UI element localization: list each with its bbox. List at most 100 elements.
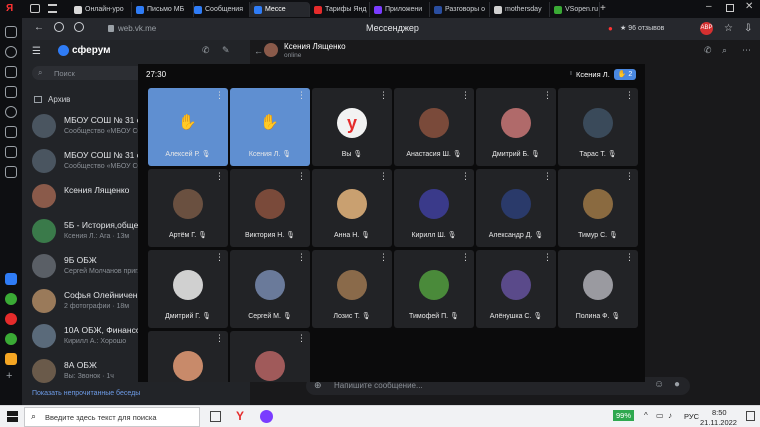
participant-tile[interactable]: ✋ ⋮ Алексей Р. 🎙 bbox=[148, 88, 228, 166]
battery-badge[interactable]: 99% bbox=[613, 410, 635, 421]
back-icon[interactable]: ← bbox=[34, 22, 44, 33]
taskbar-search-box[interactable]: ⌕ Введите здесь текст для поиска bbox=[24, 407, 200, 427]
browser-tab[interactable]: Мессе bbox=[250, 2, 310, 17]
browser-tab[interactable]: Разговоры о bbox=[430, 2, 490, 17]
microphone-icon[interactable]: ● bbox=[608, 24, 613, 33]
window-minimize-icon[interactable]: – bbox=[706, 1, 712, 12]
participant-tile[interactable]: у ⋮ Вы 🎙 bbox=[312, 88, 392, 166]
participant-tile[interactable]: ⋮ Алёнушка С. 🎙 bbox=[476, 250, 556, 328]
browser-tab[interactable]: VSopen.ru : bbox=[550, 2, 600, 17]
music-icon[interactable] bbox=[5, 106, 17, 118]
pinned-green-icon[interactable] bbox=[5, 333, 17, 345]
language-indicator[interactable]: РУС bbox=[684, 412, 699, 421]
browser-tab[interactable]: Сообщения bbox=[190, 2, 250, 17]
participant-menu-icon[interactable]: ⋮ bbox=[379, 253, 388, 262]
participant-menu-icon[interactable]: ⋮ bbox=[379, 172, 388, 181]
voice-record-icon[interactable]: ● bbox=[674, 379, 680, 390]
participant-menu-icon[interactable]: ⋮ bbox=[215, 334, 224, 343]
clock-date[interactable]: 21.11.2022 bbox=[700, 418, 737, 427]
participant-tile[interactable]: ⋮ Лозис Т. 🎙 bbox=[312, 250, 392, 328]
window-close-icon[interactable]: ✕ bbox=[745, 1, 753, 12]
browser-tab[interactable]: Тарифы Янд bbox=[310, 2, 370, 17]
reviews-badge[interactable]: ★ 96 отзывов bbox=[620, 24, 664, 32]
participant-menu-icon[interactable]: ⋮ bbox=[543, 91, 552, 100]
clock-time[interactable]: 8:50 bbox=[712, 408, 727, 417]
notifications-icon[interactable] bbox=[746, 411, 755, 421]
yandex-icon[interactable] bbox=[54, 22, 64, 32]
browser-tab[interactable]: mothersday bbox=[490, 2, 550, 17]
tabs-menu-icon[interactable] bbox=[30, 4, 40, 13]
participant-menu-icon[interactable]: ⋮ bbox=[625, 172, 634, 181]
window-maximize-icon[interactable] bbox=[726, 4, 734, 12]
downloads-icon[interactable]: ⇩ bbox=[744, 23, 752, 34]
participant-tile[interactable]: ⋮ Сергей М. 🎙 bbox=[230, 250, 310, 328]
participant-menu-icon[interactable]: ⋮ bbox=[543, 253, 552, 262]
contact-avatar[interactable] bbox=[264, 43, 278, 57]
participant-tile[interactable]: ⋮ Анастасия Ш. 🎙 bbox=[394, 88, 474, 166]
call-icon[interactable]: ✆ bbox=[202, 45, 210, 56]
participant-tile[interactable]: ⋮ Александр Д. 🎙 bbox=[476, 169, 556, 247]
apps-grid-icon[interactable] bbox=[5, 26, 17, 38]
participant-tile[interactable]: ⋮ Виктория Н. 🎙 bbox=[230, 169, 310, 247]
header-call-icon[interactable]: ✆ bbox=[704, 45, 712, 56]
participant-menu-icon[interactable]: ⋮ bbox=[215, 91, 224, 100]
participant-menu-icon[interactable]: ⋮ bbox=[379, 91, 388, 100]
participant-tile[interactable]: ⋮ Тимур С. 🎙 bbox=[558, 169, 638, 247]
participant-menu-icon[interactable]: ⋮ bbox=[625, 253, 634, 262]
archive-label[interactable]: Архив bbox=[48, 95, 70, 104]
yandex-browser-logo[interactable]: Я bbox=[6, 3, 16, 15]
add-panel-icon[interactable]: + bbox=[6, 370, 12, 382]
participant-menu-icon[interactable]: ⋮ bbox=[215, 253, 224, 262]
vk-taskbar-icon[interactable] bbox=[260, 410, 273, 423]
browser-tab[interactable]: Онлайн-уро bbox=[70, 2, 132, 17]
participant-tile[interactable]: ⋮ Дмитрий Б. 🎙 bbox=[476, 88, 556, 166]
yandex-taskbar-icon[interactable]: Y bbox=[236, 409, 244, 423]
participant-menu-icon[interactable]: ⋮ bbox=[297, 253, 306, 262]
pinned-vk-icon[interactable] bbox=[5, 273, 17, 285]
participant-tile[interactable]: ⋮ bbox=[230, 331, 310, 382]
pinned-chat-icon[interactable] bbox=[5, 293, 17, 305]
show-unread-link[interactable]: Показать непрочитанные беседы bbox=[32, 390, 140, 397]
participant-tile[interactable]: ⋮ bbox=[148, 331, 228, 382]
participant-menu-icon[interactable]: ⋮ bbox=[461, 172, 470, 181]
raised-hands-counter[interactable]: ✋ 2 bbox=[614, 69, 636, 80]
notes-icon[interactable] bbox=[5, 126, 17, 138]
participant-menu-icon[interactable]: ⋮ bbox=[297, 91, 306, 100]
participant-menu-icon[interactable]: ⋮ bbox=[215, 172, 224, 181]
messenger-icon[interactable] bbox=[5, 146, 17, 158]
compose-icon[interactable]: ✎ bbox=[222, 45, 230, 56]
participant-menu-icon[interactable]: ⋮ bbox=[461, 91, 470, 100]
collections-icon[interactable] bbox=[5, 86, 17, 98]
windows-start-icon[interactable] bbox=[7, 411, 18, 422]
volume-icon[interactable]: ♪ bbox=[668, 411, 672, 420]
url-bar[interactable]: web.vk.me Мессенджер ● bbox=[108, 22, 638, 37]
emoji-icon[interactable]: ☺ bbox=[654, 379, 664, 390]
participant-tile[interactable]: ✋ ⋮ Ксения Л. 🎙 bbox=[230, 88, 310, 166]
participant-tile[interactable]: ⋮ Артём Г. 🎙 bbox=[148, 169, 228, 247]
bookmarks-icon[interactable]: ☆ bbox=[724, 23, 733, 34]
adblock-icon[interactable]: ABP bbox=[700, 22, 713, 35]
browser-tab[interactable]: Приложени bbox=[370, 2, 430, 17]
header-search-icon[interactable]: ⌕ bbox=[722, 45, 727, 56]
pinned-games-icon[interactable] bbox=[5, 353, 17, 365]
history-icon[interactable] bbox=[5, 46, 17, 58]
pinned-mail-icon[interactable] bbox=[5, 313, 17, 325]
browser-tab[interactable]: Письмо МБ bbox=[132, 2, 194, 17]
participant-menu-icon[interactable]: ⋮ bbox=[461, 253, 470, 262]
participant-menu-icon[interactable]: ⋮ bbox=[543, 172, 552, 181]
network-icon[interactable]: ▭ bbox=[656, 411, 664, 420]
participant-menu-icon[interactable]: ⋮ bbox=[297, 334, 306, 343]
hamburger-icon[interactable]: ☰ bbox=[32, 46, 41, 57]
account-icon[interactable] bbox=[74, 22, 84, 32]
task-view-icon[interactable] bbox=[210, 411, 221, 422]
participant-menu-icon[interactable]: ⋮ bbox=[297, 172, 306, 181]
archive-icon[interactable] bbox=[34, 96, 42, 103]
new-tab-icon[interactable]: + bbox=[600, 3, 606, 14]
favorites-icon[interactable] bbox=[5, 66, 17, 78]
header-menu-icon[interactable]: ⋯ bbox=[742, 45, 751, 56]
back-arrow-icon[interactable]: ← bbox=[254, 46, 263, 56]
participant-tile[interactable]: ⋮ Тарас Т. 🎙 bbox=[558, 88, 638, 166]
contact-name[interactable]: Ксения Лященко bbox=[284, 42, 346, 51]
sidebar-app-icon[interactable] bbox=[5, 166, 17, 178]
participant-tile[interactable]: ⋮ Дмитрий Г. 🎙 bbox=[148, 250, 228, 328]
